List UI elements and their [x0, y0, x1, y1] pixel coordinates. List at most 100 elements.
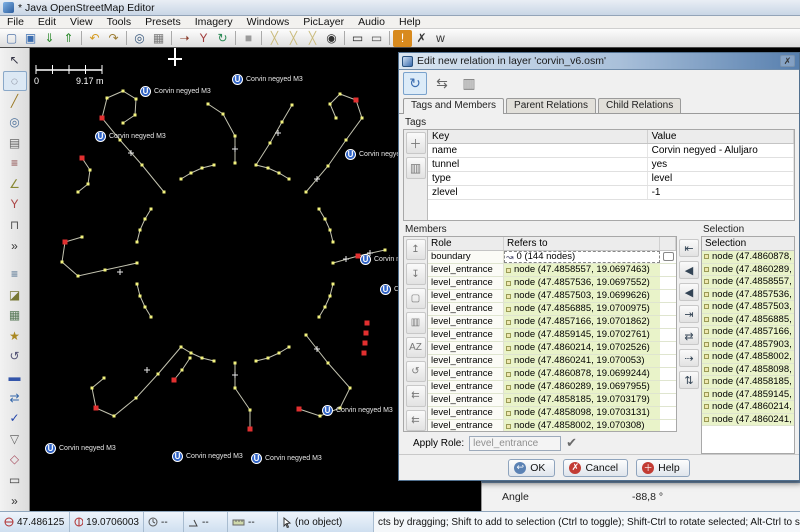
selection-row[interactable]: node (47.4858185, 19.0703179)	[702, 376, 794, 389]
ok-button[interactable]: ↩OK	[508, 459, 555, 477]
member-row[interactable]: level_entrance node (47.4860241, 19.0700…	[428, 355, 676, 368]
tool-hammer-1-icon[interactable]: ╳	[265, 30, 284, 47]
upload-data-icon[interactable]: ⇑	[59, 30, 78, 47]
download-incomplete-icon[interactable]: ⇇	[406, 410, 426, 431]
selection-row[interactable]: node (47.4857903, 19.0703037)	[702, 339, 794, 352]
car-icon[interactable]: ▭	[348, 30, 367, 47]
menu-item[interactable]: File	[0, 16, 31, 28]
apply-role-confirm-icon[interactable]: ✔	[566, 435, 577, 451]
close-tool-icon[interactable]: ✗	[412, 30, 431, 47]
add-selection-after-icon[interactable]: ◀	[679, 283, 699, 301]
selection-row[interactable]: node (47.4857166, 19.0701862)	[702, 326, 794, 339]
selection-row[interactable]: node (47.4856885, 19.0700975)	[702, 314, 794, 327]
menu-item[interactable]: Windows	[240, 16, 297, 28]
warning-icon[interactable]: !	[393, 30, 412, 47]
remove-member-icon[interactable]: ▥	[406, 312, 426, 333]
new-layer-icon[interactable]: ▢	[2, 30, 21, 47]
select-tool-icon[interactable]: ↖	[3, 50, 27, 71]
overflow-icon[interactable]: »	[3, 235, 27, 256]
tag-row[interactable]: tunnel yes	[428, 158, 794, 172]
placeholder-icon[interactable]: ■	[239, 30, 258, 47]
pan-hand-icon[interactable]: ◉	[322, 30, 341, 47]
history-toggle-icon[interactable]: ↺	[3, 346, 27, 367]
merge-tool-icon[interactable]: Y	[3, 194, 27, 215]
member-row[interactable]: level_entrance node (47.4859145, 19.0702…	[428, 329, 676, 342]
dialog-titlebar[interactable]: Edit new relation in layer 'corvin_v6.os…	[399, 53, 799, 70]
lasso-tool-icon[interactable]: ◌	[3, 71, 27, 92]
draw-node-tool-icon[interactable]: ╱	[3, 91, 27, 112]
search-icon[interactable]: ◎	[130, 30, 149, 47]
menu-item[interactable]: Help	[392, 16, 428, 28]
add-tag-icon[interactable]: ＋	[406, 132, 426, 154]
undo-icon[interactable]: ↶	[85, 30, 104, 47]
download-members-icon[interactable]: ⇇	[406, 385, 426, 406]
dialog-tab[interactable]: Tags and Members	[403, 98, 504, 114]
relations-toggle-icon[interactable]: ▦	[3, 305, 27, 326]
selection-row[interactable]: node (47.4857536, 19.0697552)	[702, 289, 794, 302]
selection-row[interactable]: node (47.4860289, 19.0697955)	[702, 264, 794, 277]
layers-toggle-icon[interactable]: ≡	[3, 264, 27, 285]
tags-toggle-icon[interactable]: ◪	[3, 284, 27, 305]
selection-row[interactable]: node (47.4859145, 19.0702761)	[702, 389, 794, 402]
menu-item[interactable]: Edit	[31, 16, 63, 28]
selection-row[interactable]: node (47.4860878, 19.0699244)	[702, 251, 794, 264]
add-selection-at-end-icon[interactable]: ⇥	[679, 305, 699, 323]
menu-item[interactable]: Imagery	[188, 16, 240, 28]
member-row[interactable]: level_entrance node (47.4858185, 19.0703…	[428, 394, 676, 407]
member-row-boundary[interactable]: boundary ↝0 (144 nodes)	[428, 251, 676, 264]
tag-row[interactable]: name Corvin negyed - Aluljaro	[428, 144, 794, 158]
selection-row[interactable]: node (47.4860241, 19.070053)	[702, 414, 794, 427]
menu-item[interactable]: Tools	[100, 16, 139, 28]
member-row[interactable]: level_entrance node (47.4857166, 19.0701…	[428, 316, 676, 329]
member-row[interactable]: level_entrance node (47.4858098, 19.0703…	[428, 407, 676, 420]
add-selection-before-icon[interactable]: ◀	[679, 261, 699, 279]
apply-changes-icon[interactable]: ↻	[403, 72, 427, 95]
member-row[interactable]: level_entrance node (47.4858557, 19.0697…	[428, 264, 676, 277]
selection-row[interactable]: node (47.4858098, 19.0703131)	[702, 364, 794, 377]
duplicate-relation-icon[interactable]: ⇆	[430, 72, 454, 95]
selection-row[interactable]: node (47.4858002, 19.070308)	[702, 351, 794, 364]
member-row[interactable]: level_entrance node (47.4856885, 19.0700…	[428, 303, 676, 316]
dialog-tab[interactable]: Parent Relations	[506, 98, 596, 113]
cancel-button[interactable]: ✗Cancel	[563, 459, 628, 477]
delete-tag-icon[interactable]: ▥	[406, 157, 426, 179]
tool-hammer-2-icon[interactable]: ╳	[284, 30, 303, 47]
edit-member-icon[interactable]: ▢	[406, 288, 426, 309]
remove-selected-members-icon[interactable]: ⇢	[679, 349, 699, 367]
delete-tool-icon[interactable]: ▤	[3, 132, 27, 153]
zoom-tool-icon[interactable]: ◎	[3, 112, 27, 133]
dialog-tab[interactable]: Child Relations	[598, 98, 681, 113]
reverse-order-icon[interactable]: ↺	[406, 361, 426, 382]
menu-item[interactable]: PicLayer	[296, 16, 351, 28]
filter-toggle-icon[interactable]: ▽	[3, 429, 27, 450]
preferences-icon[interactable]: ▦	[149, 30, 168, 47]
add-selection-at-start-icon[interactable]: ⇤	[679, 239, 699, 257]
changeset-toggle-icon[interactable]: ◇	[3, 449, 27, 470]
member-row[interactable]: level_entrance node (47.4857536, 19.0697…	[428, 277, 676, 290]
move-member-down-icon[interactable]: ↧	[406, 263, 426, 284]
apply-role-input[interactable]: level_entrance	[469, 436, 561, 451]
sort-members-icon[interactable]: AZ	[406, 337, 426, 358]
help-button[interactable]: ＋Help	[636, 459, 690, 477]
bus-icon[interactable]: ▭	[367, 30, 386, 47]
wiki-icon[interactable]: w	[431, 30, 450, 47]
menu-item[interactable]: Audio	[351, 16, 392, 28]
extrude-tool-icon[interactable]: ⊓	[3, 215, 27, 236]
tag-row[interactable]: zlevel -1	[428, 186, 794, 200]
measure-toggle-icon[interactable]: ▬	[3, 367, 27, 388]
delete-relation-icon[interactable]: ▥	[457, 72, 481, 95]
select-members-icon[interactable]: ⇄	[679, 327, 699, 345]
sync-icon[interactable]: ↻	[213, 30, 232, 47]
open-file-icon[interactable]: ▣	[21, 30, 40, 47]
pair-selection-icon[interactable]: ⇅	[679, 371, 699, 389]
redo-icon[interactable]: ↷	[104, 30, 123, 47]
tape-toggle-icon[interactable]: ▭	[3, 470, 27, 491]
selection-row[interactable]: node (47.4857503, 19.0699626)	[702, 301, 794, 314]
validator-toggle-icon[interactable]: ✓	[3, 408, 27, 429]
merge-nodes-icon[interactable]: Y	[194, 30, 213, 47]
conflicts-toggle-icon[interactable]: ⇄	[3, 387, 27, 408]
overflow2-icon[interactable]: »	[3, 490, 27, 511]
angle-tool-icon[interactable]: ∠	[3, 174, 27, 195]
measurement-icon[interactable]: ➝	[175, 30, 194, 47]
dialog-close-icon[interactable]: ✗	[780, 55, 795, 67]
